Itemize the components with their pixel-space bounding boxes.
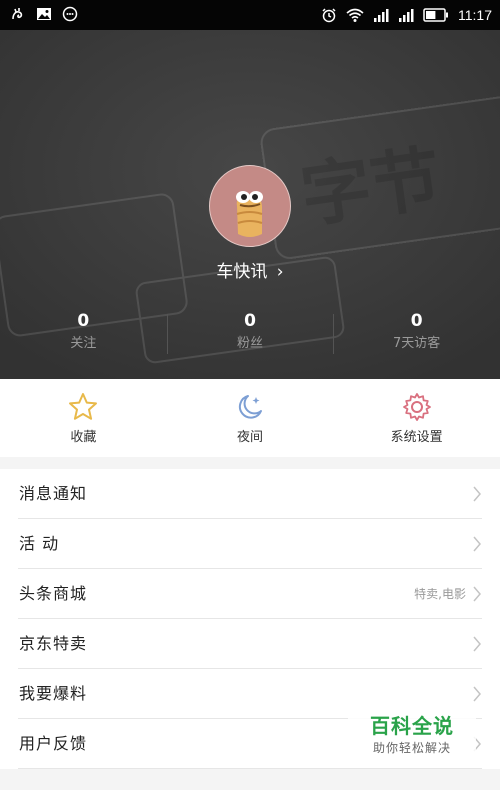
star-icon <box>69 393 98 420</box>
stat-visitors-label: 7天访客 <box>393 336 441 351</box>
stat-visitors[interactable]: 0 7天访客 <box>333 310 500 360</box>
watermark-subtitle: 助你轻松解决 <box>372 741 451 755</box>
stat-following-count: 0 <box>77 311 90 331</box>
menu-item-label: 用户反馈 <box>19 734 88 753</box>
chevron-right-icon <box>473 636 481 652</box>
menu-item-label: 头条商城 <box>19 584 88 603</box>
menu-item-notifications[interactable]: 消息通知 <box>0 469 500 519</box>
status-right-icons: 11:17 <box>321 6 492 24</box>
menu-item-jd-sale[interactable]: 京东特卖 <box>0 619 500 669</box>
menu-item-activities[interactable]: 活 动 <box>0 519 500 569</box>
battery-icon <box>423 8 448 22</box>
status-time: 11:17 <box>458 7 492 23</box>
wifi-icon <box>346 8 364 22</box>
squirrel-icon <box>12 8 23 20</box>
username-row[interactable]: 车快讯 › <box>0 260 500 284</box>
avatar-mascot-icon <box>236 191 263 237</box>
stat-fans-label: 粉丝 <box>237 336 264 351</box>
stat-following[interactable]: 0 关注 <box>0 310 167 360</box>
chevron-right-icon <box>473 586 481 602</box>
gear-icon <box>402 393 431 421</box>
menu-item-label: 活 动 <box>19 534 60 553</box>
night-mode-label: 夜间 <box>237 430 264 445</box>
image-icon <box>37 8 51 20</box>
quick-actions: 收藏 夜间 系统设置 <box>0 379 500 457</box>
favorites-button[interactable]: 收藏 <box>0 379 167 457</box>
chat-icon <box>62 6 78 22</box>
alarm-icon <box>322 8 336 23</box>
moon-icon <box>238 395 262 419</box>
stat-fans[interactable]: 0 粉丝 <box>166 310 334 360</box>
chevron-right-icon <box>473 686 481 702</box>
stat-following-label: 关注 <box>70 336 97 351</box>
watermark: 百科全说 助你轻松解决 <box>348 712 476 764</box>
stat-fans-count: 0 <box>244 311 256 331</box>
chevron-right-icon: › <box>276 262 284 282</box>
watermark-title: 百科全说 <box>370 714 454 738</box>
menu-item-mall[interactable]: 头条商城 特卖,电影 <box>0 569 500 619</box>
settings-label: 系统设置 <box>390 430 443 445</box>
avatar[interactable] <box>209 165 291 247</box>
status-left-icons <box>10 6 78 22</box>
menu-item-label: 我要爆料 <box>19 684 88 703</box>
signal-icon <box>374 9 389 22</box>
signal-icon <box>399 9 414 22</box>
menu-item-label: 消息通知 <box>19 484 88 503</box>
profile-header: 字节 车快讯 › 0 关注 0 粉丝 0 7天访客 <box>0 30 500 379</box>
menu-item-subtext: 特卖,电影 <box>414 587 466 601</box>
favorites-label: 收藏 <box>70 430 97 445</box>
settings-button[interactable]: 系统设置 <box>333 379 500 457</box>
night-mode-button[interactable]: 夜间 <box>167 379 334 457</box>
stat-visitors-count: 0 <box>410 311 423 331</box>
menu-item-label: 京东特卖 <box>19 634 88 653</box>
username: 车快讯 <box>216 262 268 282</box>
chevron-right-icon <box>473 536 481 552</box>
profile-stats: 0 关注 0 粉丝 0 7天访客 <box>0 310 500 360</box>
status-bar: 11:17 <box>0 0 500 30</box>
chevron-right-icon <box>473 486 481 502</box>
